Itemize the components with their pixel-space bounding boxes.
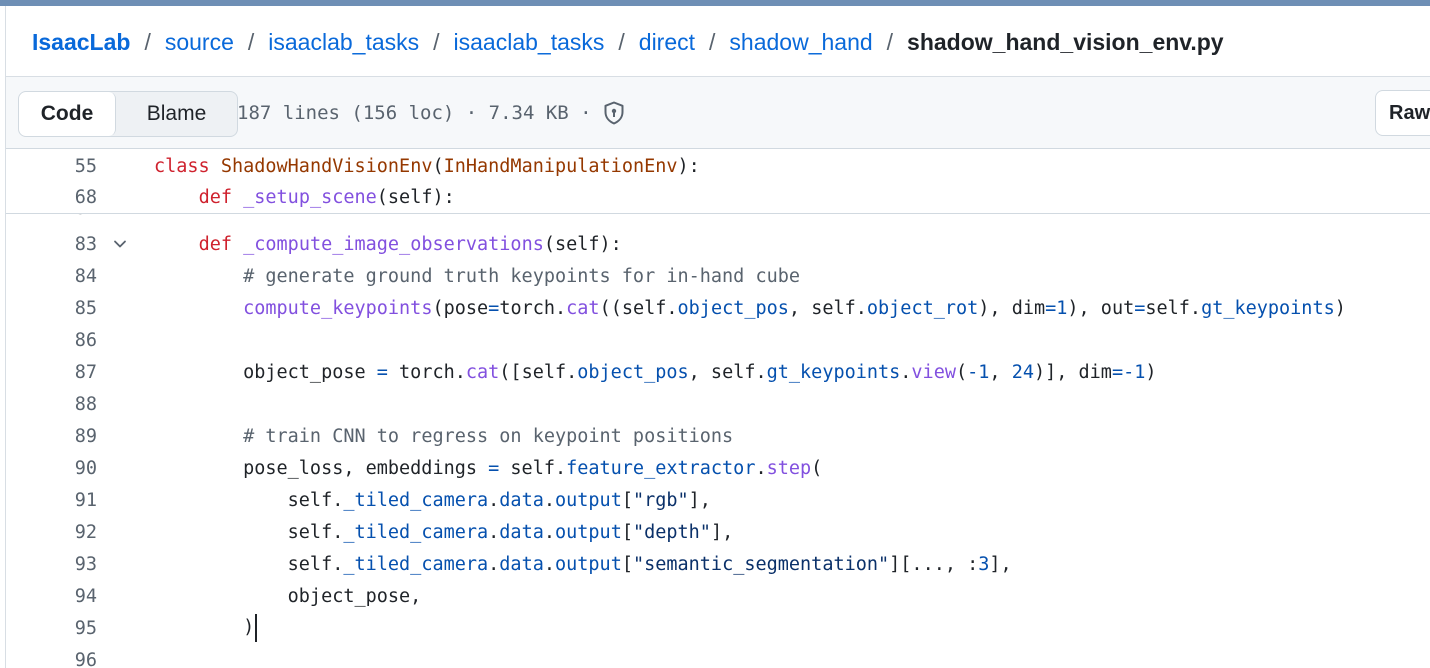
view-mode-toggle: Code Blame [18, 91, 238, 137]
blame-view-button[interactable]: Blame [116, 92, 237, 136]
code-row: 83 def _compute_image_observations(self)… [6, 228, 1430, 260]
code-row: 91 self._tiled_camera.data.output["rgb"]… [6, 484, 1430, 516]
code-line: ) [154, 614, 258, 642]
code-row: 95 ) [6, 612, 1430, 644]
breadcrumb-separator: / [433, 28, 440, 55]
breadcrumb-link-source[interactable]: source [165, 29, 234, 56]
line-number[interactable]: 84 [6, 266, 97, 287]
code-line: self._tiled_camera.data.output["depth"], [154, 521, 734, 543]
text-cursor [255, 614, 258, 642]
breadcrumb-link-direct[interactable]: direct [639, 29, 695, 56]
line-number[interactable]: 83 [6, 234, 97, 255]
breadcrumb-separator: / [144, 28, 151, 55]
line-number[interactable]: 91 [6, 490, 97, 511]
sticky-line: 55 class ShadowHandVisionEnv(InHandManip… [6, 150, 1430, 182]
breadcrumb-separator: / [886, 28, 894, 55]
file-toolbar: Code Blame 187 lines (156 loc) · 7.34 KB… [6, 77, 1430, 149]
breadcrumb-separator: / [247, 28, 255, 55]
chevron-down-icon[interactable] [112, 236, 128, 252]
code-row: 93 self._tiled_camera.data.output["seman… [6, 548, 1430, 580]
window-top-stripe [0, 0, 1430, 6]
code-viewer: 55 class ShadowHandVisionEnv(InHandManip… [6, 150, 1430, 668]
file-stats: 187 lines (156 loc) · 7.34 KB · [237, 102, 592, 124]
code-line: # train CNN to regress on keypoint posit… [243, 425, 734, 447]
line-number[interactable]: 89 [6, 426, 97, 447]
code-line: pose_loss, embeddings = self.feature_ext… [154, 457, 823, 479]
line-number[interactable]: 68 [6, 187, 97, 208]
current-file-name: shadow_hand_vision_env.py [907, 28, 1224, 55]
breadcrumb-link-isaaclab-tasks[interactable]: isaaclab_tasks [268, 29, 419, 56]
line-number[interactable]: 93 [6, 554, 97, 575]
code-line: self._tiled_camera.data.output["rgb"], [154, 489, 711, 511]
line-number[interactable]: 92 [6, 522, 97, 543]
code-row: 89 # train CNN to regress on keypoint po… [6, 420, 1430, 452]
breadcrumb-link-isaaclab[interactable]: IsaacLab [32, 29, 130, 56]
line-number[interactable]: 86 [6, 330, 97, 351]
partial-line-number: 82 [6, 214, 97, 222]
line-number[interactable]: 55 [6, 156, 97, 177]
shield-icon[interactable] [602, 100, 626, 126]
code-row: 90 pose_loss, embeddings = self.feature_… [6, 452, 1430, 484]
code-line: # generate ground truth keypoints for in… [243, 265, 801, 287]
line-number[interactable]: 90 [6, 458, 97, 479]
breadcrumb: IsaacLab / source / isaaclab_tasks / isa… [32, 26, 1224, 58]
code-row: 92 self._tiled_camera.data.output["depth… [6, 516, 1430, 548]
line-number[interactable]: 96 [6, 650, 97, 668]
code-line: class ShadowHandVisionEnv(InHandManipula… [154, 155, 700, 177]
code-line: self._tiled_camera.data.output["semantic… [154, 553, 1012, 575]
file-info: 187 lines (156 loc) · 7.34 KB · [237, 99, 626, 127]
line-number[interactable]: 87 [6, 362, 97, 383]
code-line: def _compute_image_observations(self): [198, 233, 622, 255]
sticky-header-divider [6, 213, 1430, 214]
code-row: 94 object_pose, [6, 580, 1430, 612]
code-line: def _setup_scene(self): [198, 186, 455, 208]
code-line: compute_keypoints(pose=torch.cat((self.o… [243, 297, 1346, 319]
sticky-line: 68 def _setup_scene(self): [6, 181, 1430, 213]
breadcrumb-link-isaaclab-tasks-inner[interactable]: isaaclab_tasks [454, 29, 605, 56]
code-row: 85 compute_keypoints(pose=torch.cat((sel… [6, 292, 1430, 324]
breadcrumb-separator: / [618, 28, 625, 55]
breadcrumb-separator: / [709, 28, 716, 55]
breadcrumb-link-shadow-hand[interactable]: shadow_hand [729, 29, 872, 56]
code-row: 88 [6, 388, 1430, 420]
line-number[interactable]: 85 [6, 298, 97, 319]
line-number[interactable]: 95 [6, 618, 97, 639]
code-row: 84 # generate ground truth keypoints for… [6, 260, 1430, 292]
code-line: object_pose, [154, 585, 422, 607]
code-line: object_pose = torch.cat([self.object_pos… [154, 361, 1157, 383]
code-row: 96 [6, 644, 1430, 668]
code-row: 86 [6, 324, 1430, 356]
code-row: 87 object_pose = torch.cat([self.object_… [6, 356, 1430, 388]
line-number[interactable]: 88 [6, 394, 97, 415]
raw-button[interactable]: Raw [1375, 90, 1430, 136]
code-view-button[interactable]: Code [19, 92, 116, 136]
line-number[interactable]: 94 [6, 586, 97, 607]
